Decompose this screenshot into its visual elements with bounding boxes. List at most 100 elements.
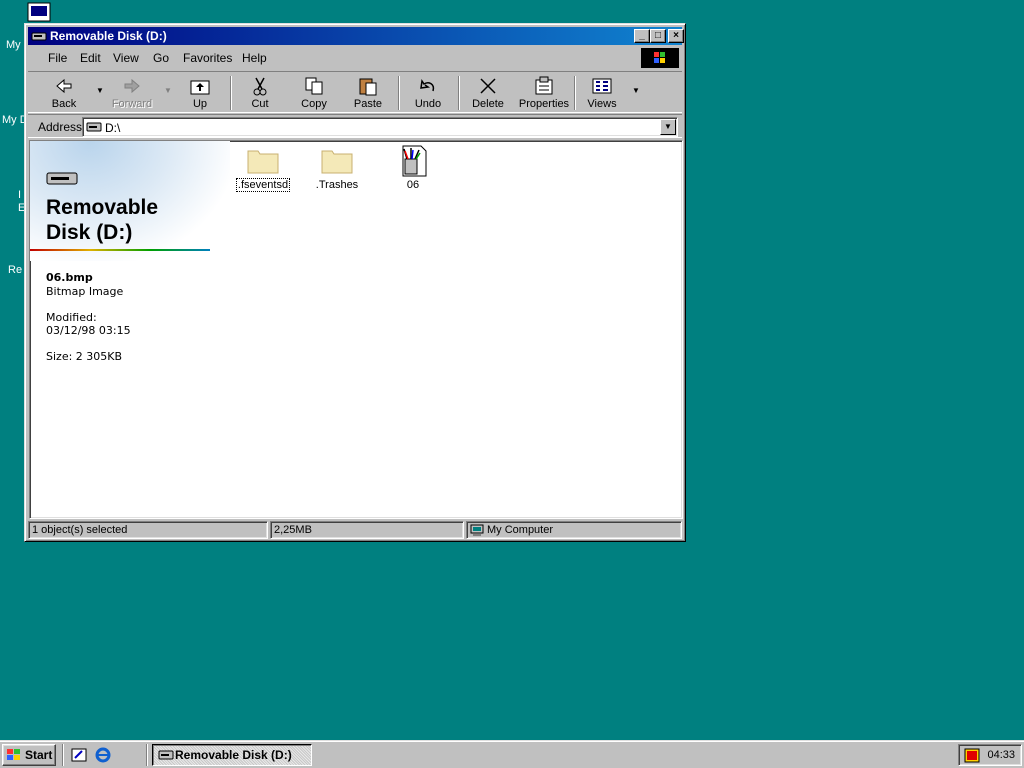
desktop-label-internet[interactable]: I <box>18 189 21 201</box>
properties-button[interactable]: Properties <box>516 74 572 112</box>
drive-icon <box>31 32 47 41</box>
menu-favorites[interactable]: Favorites <box>183 51 232 65</box>
paste-label: Paste <box>353 98 383 110</box>
tray-app-icon[interactable] <box>964 748 980 763</box>
start-button[interactable]: Start <box>2 744 56 766</box>
toolbar-separator <box>458 76 460 110</box>
info-modified-label: Modified: <box>46 311 97 324</box>
windows-logo-icon <box>641 48 679 68</box>
show-desktop-icon[interactable] <box>70 746 88 764</box>
delete-label: Delete <box>472 98 504 110</box>
file-item-06[interactable]: 06 <box>382 145 444 191</box>
views-button[interactable]: Views <box>576 74 628 112</box>
maximize-button[interactable]: □ <box>650 29 666 43</box>
start-label: Start <box>25 748 53 762</box>
address-input[interactable]: D:\ ▼ <box>82 117 678 137</box>
up-button[interactable]: Up <box>174 74 226 112</box>
copy-icon <box>305 77 323 95</box>
undo-icon <box>420 78 435 92</box>
undo-button[interactable]: Undo <box>402 74 454 112</box>
file-name: .fseventsd <box>235 178 291 192</box>
delete-x-icon <box>480 78 496 94</box>
info-file-name: 06.bmp <box>46 271 93 284</box>
file-view[interactable]: Removable Disk (D:) 06.bmp Bitmap Image … <box>29 140 683 519</box>
file-item-trashes[interactable]: .Trashes <box>306 145 368 191</box>
back-dropdown[interactable]: ▼ <box>96 86 104 95</box>
explorer-window: Removable Disk (D:) _ □ × File Edit View… <box>24 23 686 542</box>
menu-bar: File Edit View Go Favorites Help <box>28 47 682 69</box>
info-modified-value: 03/12/98 03:15 <box>46 324 131 337</box>
back-arrow-icon <box>56 78 72 94</box>
taskbar-window-button[interactable]: Removable Disk (D:) <box>152 744 312 766</box>
address-dropdown-button[interactable]: ▼ <box>660 119 676 135</box>
info-title: Removable Disk (D:) <box>46 195 158 245</box>
desktop-label-my-computer[interactable]: My <box>6 39 21 51</box>
forward-button: Forward <box>106 74 158 112</box>
clock[interactable]: 04:33 <box>987 749 1015 761</box>
paste-clipboard-icon <box>359 78 377 96</box>
window-title: Removable Disk (D:) <box>50 29 167 43</box>
views-label: Views <box>587 98 617 110</box>
toolbar: Back ▼ Forward ▼ Up Cut Copy Paste Undo <box>28 71 682 113</box>
status-bar: 1 object(s) selected 2,25MB My Computer <box>28 521 682 539</box>
folder-icon <box>321 150 353 174</box>
menu-help[interactable]: Help <box>242 51 267 65</box>
properties-icon <box>535 76 553 95</box>
title-bar[interactable]: Removable Disk (D:) _ □ × <box>28 27 684 45</box>
address-label: Address <box>38 120 83 134</box>
toolbar-separator <box>398 76 400 110</box>
up-label: Up <box>192 98 208 110</box>
forward-dropdown: ▼ <box>164 86 172 95</box>
paste-button[interactable]: Paste <box>342 74 394 112</box>
undo-label: Undo <box>414 98 442 110</box>
status-zone-label: My Computer <box>487 524 554 536</box>
back-label: Back <box>51 98 77 110</box>
copy-button[interactable]: Copy <box>288 74 340 112</box>
status-selection: 1 object(s) selected <box>28 521 268 539</box>
views-grid-icon <box>592 78 612 94</box>
removable-drive-icon <box>46 172 78 185</box>
bitmap-file-icon <box>402 145 427 177</box>
taskbar-separator <box>146 744 148 766</box>
menu-view[interactable]: View <box>113 51 139 65</box>
my-computer-desktop-icon[interactable] <box>27 2 51 22</box>
back-button[interactable]: Back <box>38 74 90 112</box>
up-folder-icon <box>190 80 210 95</box>
properties-label: Properties <box>518 98 570 110</box>
delete-button[interactable]: Delete <box>462 74 514 112</box>
file-item-fseventsd[interactable]: .fseventsd <box>232 145 294 192</box>
menu-go[interactable]: Go <box>153 51 169 65</box>
cut-label: Cut <box>251 98 269 110</box>
file-name: 06 <box>406 179 420 191</box>
toolbar-separator <box>230 76 232 110</box>
system-tray: 04:33 <box>958 744 1022 766</box>
minimize-button[interactable]: _ <box>634 29 650 43</box>
cut-button[interactable]: Cut <box>234 74 286 112</box>
info-divider <box>30 249 210 251</box>
folder-icon <box>247 150 279 174</box>
forward-label: Forward <box>111 98 153 110</box>
menu-file[interactable]: File <box>48 51 67 65</box>
status-zone: My Computer <box>466 521 682 539</box>
menu-edit[interactable]: Edit <box>80 51 101 65</box>
windows-flag-icon <box>7 749 20 760</box>
info-panel: Removable Disk (D:) 06.bmp Bitmap Image … <box>30 141 250 518</box>
my-computer-icon <box>470 524 484 536</box>
internet-explorer-icon[interactable] <box>94 746 112 764</box>
forward-arrow-icon <box>124 78 140 94</box>
close-button[interactable]: × <box>668 29 684 43</box>
copy-label: Copy <box>301 98 327 110</box>
scissors-icon <box>253 77 267 96</box>
taskbar-separator <box>62 744 64 766</box>
desktop-label-recycle-bin[interactable]: Re <box>8 264 22 276</box>
file-name: .Trashes <box>315 179 359 191</box>
views-dropdown[interactable]: ▼ <box>632 86 640 95</box>
address-bar: Address D:\ ▼ <box>28 114 682 138</box>
taskbar-window-label: Removable Disk (D:) <box>175 748 292 762</box>
address-value: D:\ <box>105 121 121 135</box>
info-size: Size: 2 305KB <box>46 350 123 363</box>
status-size: 2,25MB <box>270 521 464 539</box>
drive-icon <box>158 750 174 760</box>
info-file-type: Bitmap Image <box>46 285 124 298</box>
info-title-line2: Disk (D:) <box>46 221 133 244</box>
